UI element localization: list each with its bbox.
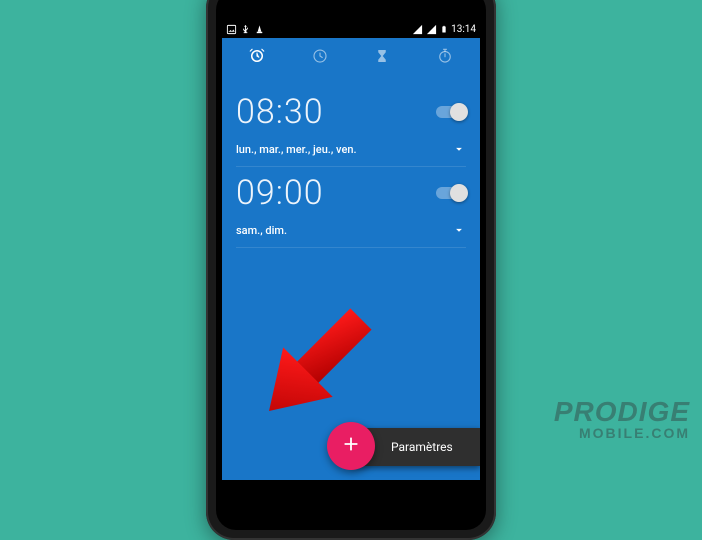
plus-icon <box>340 433 362 459</box>
status-left <box>226 24 265 35</box>
tab-clock[interactable] <box>289 38 352 78</box>
menu-item-settings[interactable]: Paramètres <box>391 440 453 454</box>
chevron-down-icon[interactable] <box>452 223 466 237</box>
alarm-toggle[interactable] <box>436 106 466 118</box>
status-right: 13:14 <box>412 24 476 35</box>
usb-icon <box>240 24 251 35</box>
alarm-icon <box>248 47 266 69</box>
add-alarm-fab[interactable] <box>327 422 375 470</box>
alarm-time[interactable]: 09:00 <box>236 173 324 213</box>
alarm-toggle[interactable] <box>436 187 466 199</box>
vlc-icon <box>254 24 265 35</box>
phone-inner: 13:14 <box>216 0 486 530</box>
alarm-time[interactable]: 08:30 <box>236 92 324 132</box>
hourglass-icon <box>373 47 391 69</box>
tab-stopwatch[interactable] <box>414 38 477 78</box>
stopwatch-icon <box>436 47 454 69</box>
watermark: PRODIGE MOBILE.COM <box>554 398 690 440</box>
phone-frame: 13:14 <box>206 0 496 540</box>
alarm-days: sam., dim. <box>236 224 287 237</box>
status-bar: 13:14 <box>222 20 480 38</box>
signal-icon-1 <box>412 24 423 35</box>
image-icon <box>226 24 237 35</box>
watermark-line1: PRODIGE <box>554 398 690 426</box>
clock-icon <box>311 47 329 69</box>
status-time: 13:14 <box>451 24 476 35</box>
screen: 13:14 <box>222 20 480 480</box>
alarm-item[interactable]: 08:30 lun., mar., mer., jeu., ven. <box>236 86 466 167</box>
battery-icon <box>440 24 448 35</box>
chevron-down-icon[interactable] <box>452 142 466 156</box>
tab-timer[interactable] <box>351 38 414 78</box>
tab-bar <box>222 38 480 78</box>
alarm-list: 08:30 lun., mar., mer., jeu., ven. <box>222 78 480 248</box>
watermark-line2: MOBILE.COM <box>554 426 690 440</box>
signal-icon-2 <box>426 24 437 35</box>
switch-thumb <box>450 103 468 121</box>
alarm-days: lun., mar., mer., jeu., ven. <box>236 143 357 156</box>
switch-thumb <box>450 184 468 202</box>
alarm-item[interactable]: 09:00 sam., dim. <box>236 167 466 248</box>
tab-alarm[interactable] <box>226 38 289 78</box>
